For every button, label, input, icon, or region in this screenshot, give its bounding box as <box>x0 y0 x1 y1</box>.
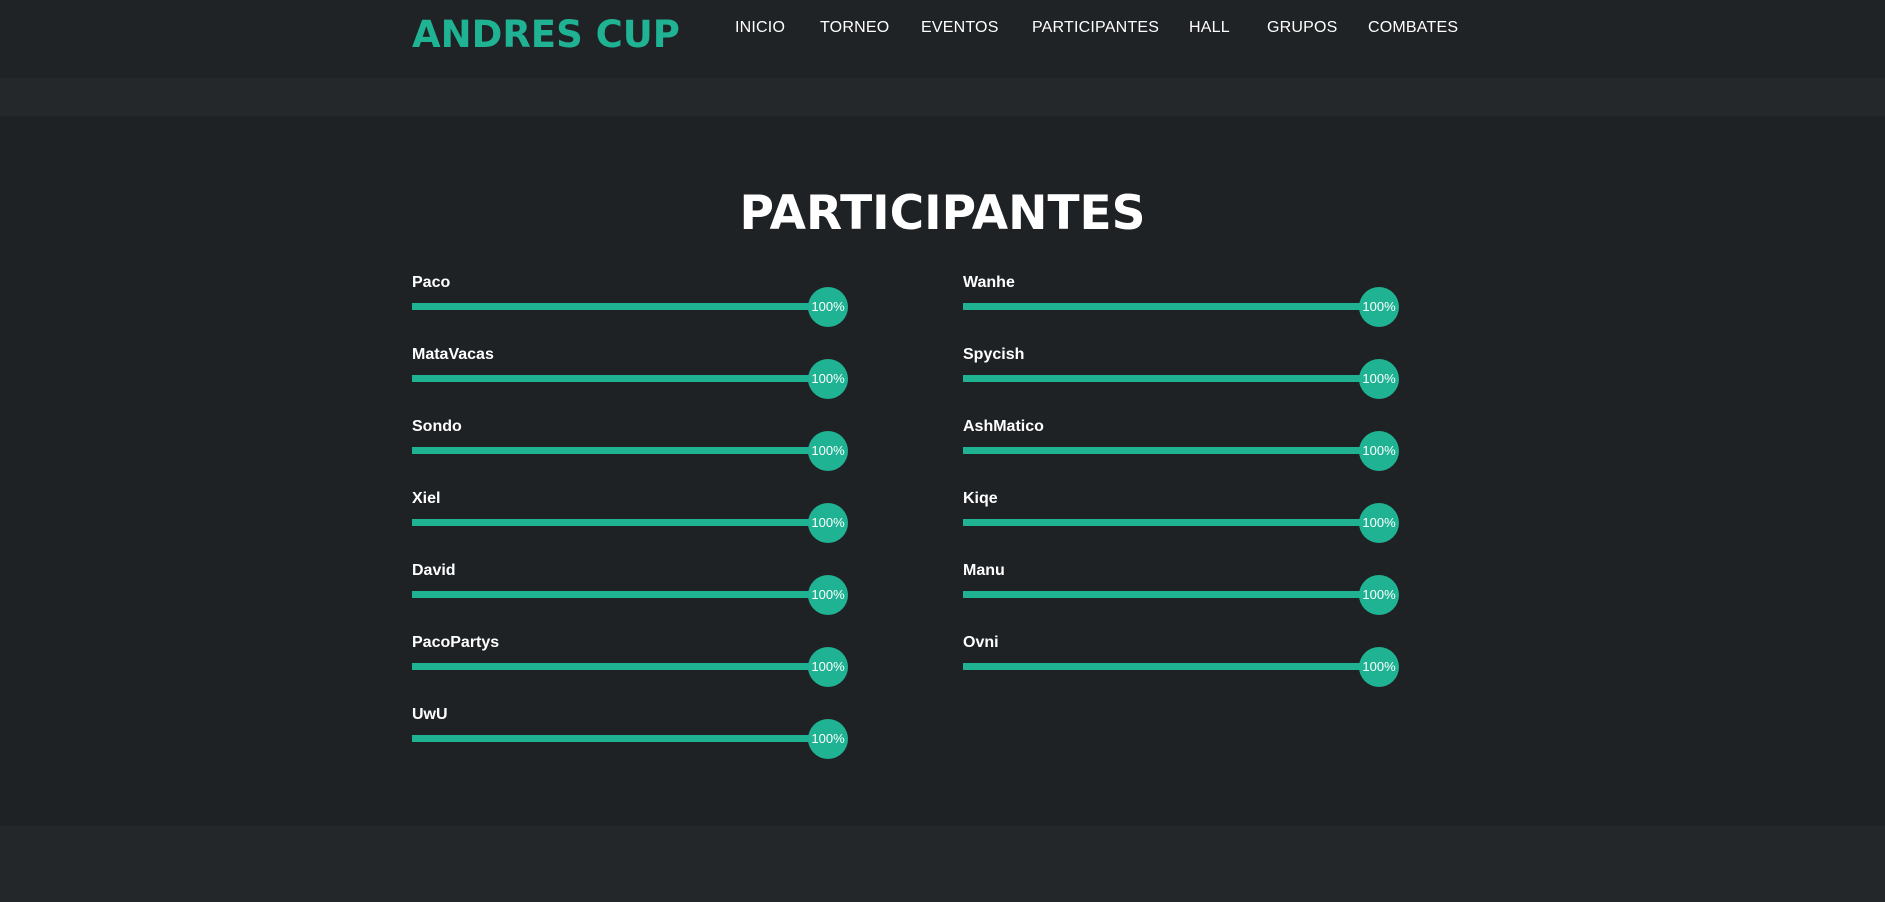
participant-percent-badge: 100% <box>808 287 848 327</box>
participant-row: Manu 100% <box>963 562 1399 622</box>
participant-progress-track <box>963 447 1387 454</box>
participant-row: UwU 100% <box>412 706 848 766</box>
participant-percent-badge: 100% <box>808 503 848 543</box>
participant-percent-badge: 100% <box>808 647 848 687</box>
participant-progress-track <box>963 519 1387 526</box>
participant-name: UwU <box>412 706 448 723</box>
participant-progress-fill <box>412 375 836 382</box>
nav-item-eventos[interactable]: EVENTOS <box>921 19 999 37</box>
top-header: ANDRES CUP INICIO TORNEO EVENTOS PARTICI… <box>0 0 1885 78</box>
participant-name: Spycish <box>963 346 1025 363</box>
nav-item-participantes[interactable]: PARTICIPANTES <box>1032 19 1159 37</box>
participant-progress-track <box>963 663 1387 670</box>
participant-row: David 100% <box>412 562 848 622</box>
main-nav: INICIO TORNEO EVENTOS PARTICIPANTES HALL… <box>0 19 1885 41</box>
participant-name: Wanhe <box>963 274 1015 291</box>
participant-progress-fill <box>963 375 1387 382</box>
participant-name: Sondo <box>412 418 462 435</box>
nav-item-grupos[interactable]: GRUPOS <box>1267 19 1338 37</box>
participant-percent-badge: 100% <box>808 719 848 759</box>
participant-row: MataVacas 100% <box>412 346 848 406</box>
participant-name: David <box>412 562 456 579</box>
participant-row: Ovni 100% <box>963 634 1399 694</box>
participant-progress-track <box>412 519 836 526</box>
participant-progress-fill <box>412 303 836 310</box>
footer-band <box>0 826 1885 902</box>
participant-row: PacoPartys 100% <box>412 634 848 694</box>
participant-row: Paco 100% <box>412 274 848 334</box>
participant-progress-fill <box>412 591 836 598</box>
participant-progress-fill <box>963 591 1387 598</box>
participant-progress-fill <box>412 735 836 742</box>
participant-percent-badge: 100% <box>1359 575 1399 615</box>
participant-name: MataVacas <box>412 346 494 363</box>
header-spacer-band <box>0 78 1885 116</box>
nav-item-combates[interactable]: COMBATES <box>1368 19 1458 37</box>
participant-name: PacoPartys <box>412 634 500 651</box>
participant-name: Kiqe <box>963 490 998 507</box>
participant-progress-track <box>412 447 836 454</box>
participant-progress-track <box>412 591 836 598</box>
participant-percent-badge: 100% <box>808 575 848 615</box>
participant-progress-track <box>963 375 1387 382</box>
participant-progress-track <box>963 591 1387 598</box>
participant-percent-badge: 100% <box>808 431 848 471</box>
participant-row: AshMatico 100% <box>963 418 1399 478</box>
participant-name: Xiel <box>412 490 441 507</box>
participant-progress-fill <box>412 447 836 454</box>
participant-progress-track <box>412 303 836 310</box>
participant-row: Spycish 100% <box>963 346 1399 406</box>
participant-name: Paco <box>412 274 451 291</box>
participant-row: Wanhe 100% <box>963 274 1399 334</box>
participant-row: Kiqe 100% <box>963 490 1399 550</box>
participant-percent-badge: 100% <box>1359 503 1399 543</box>
participant-percent-badge: 100% <box>1359 647 1399 687</box>
nav-item-torneo[interactable]: TORNEO <box>820 19 889 37</box>
nav-item-inicio[interactable]: INICIO <box>735 19 785 37</box>
participant-progress-fill <box>963 663 1387 670</box>
participant-progress-fill <box>412 519 836 526</box>
participant-name: Manu <box>963 562 1005 579</box>
participant-percent-badge: 100% <box>1359 287 1399 327</box>
participant-percent-badge: 100% <box>808 359 848 399</box>
participant-row: Sondo 100% <box>412 418 848 478</box>
participant-percent-badge: 100% <box>1359 431 1399 471</box>
participant-progress-fill <box>412 663 836 670</box>
participant-progress-track <box>963 303 1387 310</box>
participant-name: AshMatico <box>963 418 1044 435</box>
participant-percent-badge: 100% <box>1359 359 1399 399</box>
participant-progress-fill <box>963 519 1387 526</box>
participant-row: Xiel 100% <box>412 490 848 550</box>
participant-progress-fill <box>963 303 1387 310</box>
participant-progress-track <box>412 735 836 742</box>
participant-name: Ovni <box>963 634 999 651</box>
participant-progress-fill <box>963 447 1387 454</box>
participant-progress-track <box>412 663 836 670</box>
section-title: PARTICIPANTES <box>739 186 1146 241</box>
nav-item-hall[interactable]: HALL <box>1189 19 1230 37</box>
participant-progress-track <box>412 375 836 382</box>
